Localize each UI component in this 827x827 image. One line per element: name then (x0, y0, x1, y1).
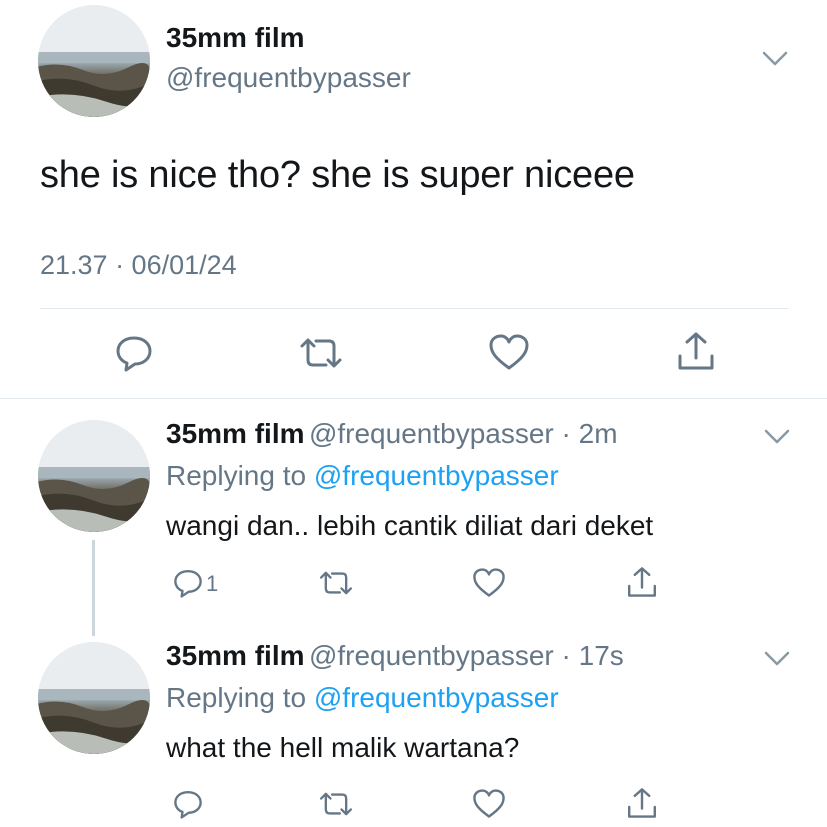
replying-prefix: Replying to (166, 460, 307, 491)
author-name[interactable]: 35mm film (166, 640, 305, 671)
retweet-icon[interactable] (318, 569, 354, 597)
reply-icon[interactable] (114, 334, 154, 372)
like-icon[interactable] (472, 788, 506, 819)
replying-to: Replying to @frequentbypasser (166, 460, 559, 492)
retweet-icon[interactable] (318, 790, 354, 818)
author-name[interactable]: 35mm film (166, 418, 305, 449)
reply-text: wangi dan.. lebih cantik diliat dari dek… (166, 510, 654, 541)
share-icon[interactable] (626, 786, 658, 820)
like-icon[interactable] (472, 567, 506, 598)
tweet-text: she is nice tho? she is super niceee (40, 154, 635, 196)
avatar[interactable] (38, 5, 150, 117)
reply-icon[interactable] (172, 789, 204, 819)
divider (40, 308, 788, 309)
replying-to: Replying to @frequentbypasser (166, 682, 559, 714)
replying-prefix: Replying to (166, 682, 307, 713)
author-handle-time[interactable]: @frequentbypasser · 17s (309, 640, 624, 671)
share-icon[interactable] (676, 330, 716, 372)
chevron-down-icon[interactable] (764, 428, 790, 446)
author-handle-time[interactable]: @frequentbypasser · 2m (309, 418, 618, 449)
reply-count: 1 (206, 571, 219, 596)
reply-text: what the hell malik wartana? (166, 732, 520, 763)
retweet-icon[interactable] (298, 336, 344, 370)
thread-line (92, 540, 95, 636)
chevron-down-icon[interactable] (764, 650, 790, 668)
tweet-timestamp[interactable]: 21.37 · 06/01/24 (40, 250, 237, 281)
chevron-down-icon[interactable] (762, 50, 788, 68)
mention-link[interactable]: @frequentbypasser (314, 460, 559, 491)
mention-link[interactable]: @frequentbypasser (314, 682, 559, 713)
section-divider (0, 398, 827, 399)
reply-header: 35mm film @frequentbypasser · 2m (166, 418, 618, 450)
share-icon[interactable] (626, 565, 658, 599)
avatar[interactable] (38, 642, 150, 754)
reply-icon[interactable] (172, 568, 204, 598)
avatar[interactable] (38, 420, 150, 532)
author-name[interactable]: 35mm film (166, 22, 305, 54)
like-icon[interactable] (488, 333, 530, 371)
author-handle[interactable]: @frequentbypasser (166, 62, 411, 94)
reply-header: 35mm film @frequentbypasser · 17s (166, 640, 624, 672)
